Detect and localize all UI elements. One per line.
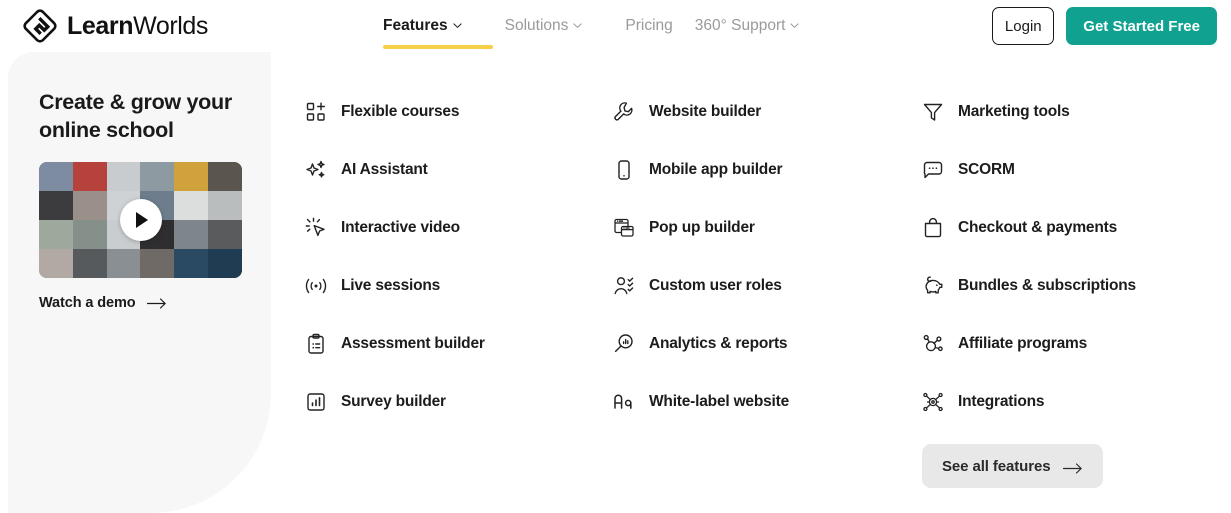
promo-title: Create & grow your online school — [39, 90, 232, 143]
feature-label: Mobile app builder — [649, 161, 783, 178]
see-all-features-label: See all features — [942, 457, 1051, 475]
feature-assessment-builder[interactable]: Assessment builder — [305, 331, 605, 357]
nav-item-solutions-label: Solutions — [504, 17, 569, 35]
mobile-phone-icon — [613, 159, 635, 181]
nav-item-pricing-label: Pricing — [625, 17, 673, 35]
feature-affiliate-programs[interactable]: Affiliate programs — [922, 331, 1222, 357]
piggy-bank-icon — [922, 275, 944, 297]
watch-demo-label: Watch a demo — [39, 294, 136, 311]
features-column-3: Marketing tools SCORM Checkout & payment… — [922, 99, 1222, 415]
feature-scorm[interactable]: SCORM — [922, 157, 1222, 183]
nav-item-360-support[interactable]: 360° Support — [695, 0, 821, 52]
feature-label: White-label website — [649, 393, 790, 410]
active-tab-underline — [383, 45, 493, 49]
cursor-click-icon — [305, 217, 327, 239]
typography-aa-icon — [613, 391, 635, 413]
promo-video-thumbnail[interactable] — [39, 161, 242, 278]
funnel-icon — [922, 101, 944, 123]
feature-label: Marketing tools — [958, 103, 1070, 120]
magnifier-chart-icon — [613, 333, 635, 355]
feature-custom-user-roles[interactable]: Custom user roles — [613, 273, 913, 299]
features-column-1: Flexible courses AI Assistant Interactiv… — [305, 99, 605, 415]
feature-label: Integrations — [958, 393, 1045, 410]
page-root: LearnWorlds Features Solutions Pricing 3… — [0, 0, 1231, 513]
feature-label: Pop up builder — [649, 219, 755, 236]
learnworlds-logo-icon — [22, 8, 58, 44]
feature-label: Flexible courses — [341, 103, 460, 120]
features-mega-menu: Create & grow your online school Watch a… — [0, 52, 1231, 513]
grid-plus-icon — [305, 101, 327, 123]
feature-label: AI Assistant — [341, 161, 428, 178]
nav-item-360-support-label: 360° Support — [694, 17, 786, 35]
feature-label: Checkout & payments — [958, 219, 1117, 236]
feature-integrations[interactable]: Integrations — [922, 389, 1222, 415]
feature-bundles-subscriptions[interactable]: Bundles & subscriptions — [922, 273, 1222, 299]
feature-live-sessions[interactable]: Live sessions — [305, 273, 605, 299]
feature-label: Analytics & reports — [649, 335, 788, 352]
integrations-nodes-icon — [922, 391, 944, 413]
feature-mobile-app-builder[interactable]: Mobile app builder — [613, 157, 913, 183]
feature-pop-up-builder[interactable]: Pop up builder — [613, 215, 913, 241]
feature-label: Assessment builder — [341, 335, 485, 352]
watch-demo-link[interactable]: Watch a demo — [39, 295, 167, 311]
feature-label: Bundles & subscriptions — [958, 277, 1136, 294]
chevron-down-icon — [453, 21, 462, 30]
feature-interactive-video[interactable]: Interactive video — [305, 215, 605, 241]
shopping-bag-icon — [922, 217, 944, 239]
brand-name: LearnWorlds — [67, 8, 208, 44]
features-column-2: Website builder Mobile app builder Pop u… — [613, 99, 913, 415]
wrench-icon — [613, 101, 635, 123]
feature-label: Survey builder — [341, 393, 446, 410]
feature-analytics-reports[interactable]: Analytics & reports — [613, 331, 913, 357]
chevron-down-icon — [573, 21, 582, 30]
main-navigation: Features Solutions Pricing 360° Support — [383, 0, 842, 52]
broadcast-icon — [305, 275, 327, 297]
chevron-down-icon — [790, 21, 800, 30]
login-button[interactable]: Login — [992, 7, 1055, 45]
nav-item-features[interactable]: Features — [383, 0, 493, 52]
feature-survey-builder[interactable]: Survey builder — [305, 389, 605, 415]
feature-label: Website builder — [649, 103, 762, 120]
brand-name-bold: Learn — [67, 12, 134, 40]
bar-chart-box-icon — [305, 391, 327, 413]
sparkles-icon — [305, 159, 327, 181]
arrow-right-icon — [146, 297, 167, 309]
feature-label: Live sessions — [341, 277, 441, 294]
feature-label: SCORM — [958, 161, 1015, 178]
brand-logo[interactable]: LearnWorlds — [22, 8, 208, 44]
feature-flexible-courses[interactable]: Flexible courses — [305, 99, 605, 125]
feature-label: Custom user roles — [649, 277, 782, 294]
play-icon[interactable] — [119, 198, 162, 241]
speech-bubble-icon — [922, 159, 944, 181]
feature-marketing-tools[interactable]: Marketing tools — [922, 99, 1222, 125]
clipboard-list-icon — [305, 333, 327, 355]
header-actions: Login Get Started Free — [992, 7, 1217, 45]
feature-label: Interactive video — [341, 219, 460, 236]
feature-checkout-payments[interactable]: Checkout & payments — [922, 215, 1222, 241]
brand-name-light: Worlds — [133, 12, 209, 40]
user-check-icon — [613, 275, 635, 297]
arrow-right-icon — [1063, 461, 1083, 474]
feature-ai-assistant[interactable]: AI Assistant — [305, 157, 605, 183]
features-columns: Flexible courses AI Assistant Interactiv… — [305, 52, 1225, 513]
feature-white-label-website[interactable]: White-label website — [613, 389, 913, 415]
feature-website-builder[interactable]: Website builder — [613, 99, 913, 125]
see-all-features-button[interactable]: See all features — [922, 444, 1104, 488]
get-started-free-button[interactable]: Get Started Free — [1066, 7, 1217, 45]
nav-item-features-label: Features — [383, 17, 448, 35]
nav-item-pricing[interactable]: Pricing — [625, 0, 672, 52]
feature-label: Affiliate programs — [958, 335, 1088, 352]
site-header: LearnWorlds Features Solutions Pricing 3… — [0, 0, 1231, 52]
nav-item-solutions[interactable]: Solutions — [505, 0, 604, 52]
affiliate-nodes-icon — [922, 333, 944, 355]
popup-window-icon — [613, 217, 635, 239]
promo-panel: Create & grow your online school Watch a… — [8, 52, 271, 513]
